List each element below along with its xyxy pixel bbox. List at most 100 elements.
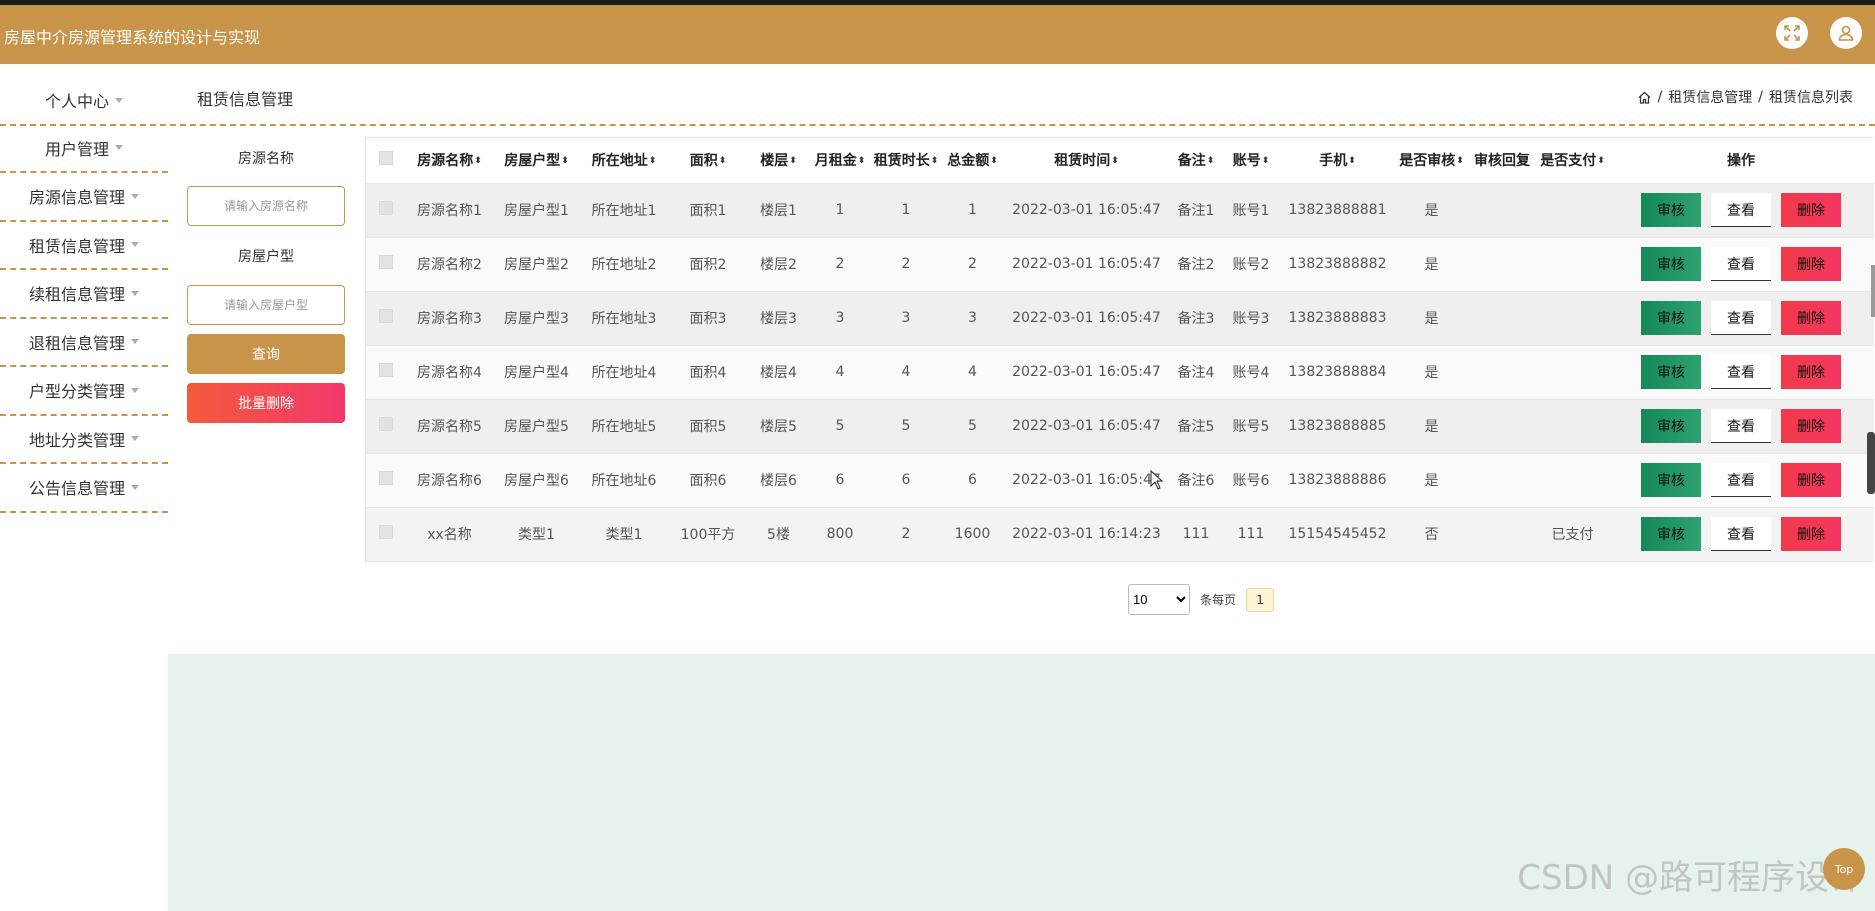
cell-duration: 1 [871,182,941,237]
sidebar-item-announcements[interactable]: 公告信息管理 [0,464,168,513]
cell-paid [1537,182,1608,237]
cell-paid [1537,452,1608,507]
col-total[interactable]: 总金额⬍ [941,138,1004,183]
query-button[interactable]: 查询 [187,334,345,374]
cell-note: 备注4 [1169,344,1223,399]
row-checkbox[interactable] [379,201,393,215]
col-name[interactable]: 房源名称⬍ [406,138,493,183]
col-paid[interactable]: 是否支付⬍ [1537,138,1608,183]
sort-icon[interactable]: ⬍ [1597,156,1605,166]
filter-panel: 房源名称 房屋户型 查询 批量删除 [187,138,345,423]
col-floor[interactable]: 楼层⬍ [748,138,809,183]
audit-button[interactable]: 审核 [1641,247,1701,281]
sort-icon[interactable]: ⬍ [990,156,998,166]
col-audited[interactable]: 是否审核⬍ [1396,138,1467,183]
col-address[interactable]: 所在地址⬍ [580,138,668,183]
delete-button[interactable]: 删除 [1781,355,1841,389]
sidebar-item-users[interactable]: 用户管理 [0,125,168,173]
sort-icon[interactable]: ⬍ [789,156,797,166]
col-area[interactable]: 面积⬍ [668,138,748,183]
row-select-cell[interactable] [366,236,406,291]
row-checkbox[interactable] [379,255,393,269]
col-duration[interactable]: 租赁时长⬍ [871,138,941,183]
audit-button[interactable]: 审核 [1641,193,1701,227]
sort-icon[interactable]: ⬍ [1207,156,1215,166]
row-checkbox[interactable] [379,309,393,323]
sort-icon[interactable]: ⬍ [561,156,569,166]
audit-button[interactable]: 审核 [1641,463,1701,497]
view-button[interactable]: 查看 [1711,517,1771,552]
row-select-cell[interactable] [366,290,406,345]
unit-type-input[interactable] [187,285,345,325]
audit-button[interactable]: 审核 [1641,301,1701,335]
sort-icon[interactable]: ⬍ [474,156,482,166]
col-time[interactable]: 租赁时间⬍ [1004,138,1169,183]
row-checkbox[interactable] [379,363,393,377]
fullscreen-button[interactable] [1776,17,1808,49]
sidebar-item-profile[interactable]: 个人中心 [0,76,168,125]
view-button[interactable]: 查看 [1711,463,1771,497]
sort-icon[interactable]: ⬍ [1111,156,1119,166]
delete-button[interactable]: 删除 [1781,193,1841,227]
delete-button[interactable]: 删除 [1781,463,1841,497]
audit-button[interactable]: 审核 [1641,517,1701,552]
view-button[interactable]: 查看 [1711,301,1771,335]
page-size-select[interactable]: 10 [1128,584,1190,615]
sort-icon[interactable]: ⬍ [1262,156,1270,166]
content-footer-area: CSDN @路可程序设计 [168,654,1875,911]
cell-time: 2022-03-01 16:14:23 [1004,506,1169,561]
sort-icon[interactable]: ⬍ [1456,156,1464,166]
header-divider [0,124,1875,126]
row-select-cell[interactable] [366,344,406,399]
sidebar-item-checkouts[interactable]: 退租信息管理 [0,319,168,367]
home-icon[interactable] [1637,90,1652,105]
listing-name-input[interactable] [187,186,345,226]
cell-ops: 审核 查看 删除 [1608,236,1874,291]
delete-button[interactable]: 删除 [1781,301,1841,335]
col-account[interactable]: 账号⬍ [1223,138,1279,183]
back-to-top-button[interactable]: Top [1823,848,1865,890]
sort-icon[interactable]: ⬍ [858,156,866,166]
view-button[interactable]: 查看 [1711,193,1771,227]
col-phone[interactable]: 手机⬍ [1279,138,1396,183]
caret-down-icon [131,387,139,393]
col-rent[interactable]: 月租金⬍ [809,138,871,183]
view-button[interactable]: 查看 [1711,355,1771,389]
delete-button[interactable]: 删除 [1781,409,1841,443]
sort-icon[interactable]: ⬍ [719,156,727,166]
view-button[interactable]: 查看 [1711,409,1771,443]
row-checkbox[interactable] [379,417,393,431]
row-select-cell[interactable] [366,506,406,561]
sort-icon[interactable]: ⬍ [1348,156,1356,166]
delete-button[interactable]: 删除 [1781,247,1841,281]
row-checkbox[interactable] [379,525,393,540]
sidebar-item-addresses[interactable]: 地址分类管理 [0,416,168,464]
breadcrumb-separator: / [1657,89,1663,105]
col-note[interactable]: 备注⬍ [1169,138,1223,183]
sidebar-item-listings[interactable]: 房源信息管理 [0,173,168,222]
view-button[interactable]: 查看 [1711,247,1771,281]
select-all-checkbox[interactable] [379,151,393,166]
cell-account: 111 [1223,506,1279,561]
page-number-current[interactable]: 1 [1246,587,1275,612]
delete-button[interactable]: 删除 [1781,517,1841,552]
sort-icon[interactable]: ⬍ [931,156,939,166]
sidebar-item-leases[interactable]: 租赁信息管理 [0,222,168,270]
audit-button[interactable]: 审核 [1641,409,1701,443]
row-select-cell[interactable] [366,398,406,453]
sidebar-item-renewals[interactable]: 续租信息管理 [0,270,168,319]
user-menu-button[interactable] [1830,17,1862,49]
sidebar-item-unit-types[interactable]: 户型分类管理 [0,367,168,416]
scrollbar-thumb[interactable] [1867,432,1875,494]
row-select-cell[interactable] [366,452,406,507]
row-checkbox[interactable] [379,471,393,485]
audit-button[interactable]: 审核 [1641,355,1701,389]
sort-icon[interactable]: ⬍ [649,156,657,166]
col-type[interactable]: 房屋户型⬍ [493,138,580,183]
row-select-cell[interactable] [366,182,406,237]
select-all-header[interactable] [366,138,406,183]
breadcrumb-lease-management[interactable]: 租赁信息管理 [1668,87,1752,107]
batch-delete-button[interactable]: 批量删除 [187,383,345,423]
app-header: 房屋中介房源管理系统的设计与实现 [0,5,1875,64]
cell-total: 2 [941,236,1004,291]
